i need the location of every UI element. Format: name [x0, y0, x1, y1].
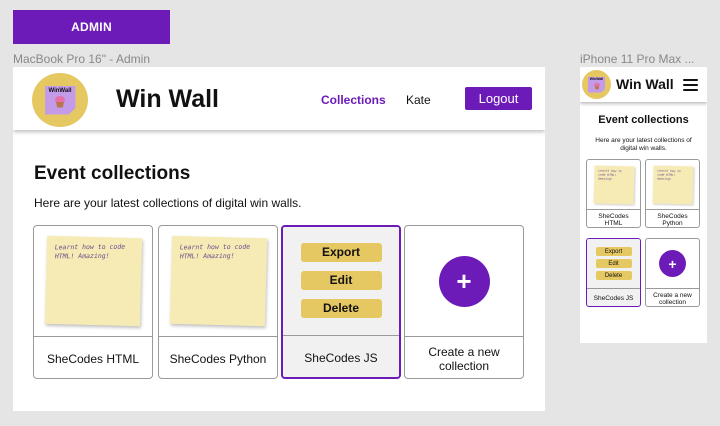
phone-delete-button[interactable]: Delete [595, 271, 632, 280]
phone-create-collection-card[interactable]: + Create a new collection [645, 238, 700, 307]
logout-button[interactable]: Logout [465, 87, 532, 110]
cupcake-note-icon: WinWall [44, 85, 76, 115]
desktop-frame-label: MacBook Pro 16" - Admin [13, 52, 150, 66]
card-actions: Export Edit Delete [587, 239, 640, 288]
export-button[interactable]: Export [300, 242, 382, 262]
cupcake-note-icon: WinWall [588, 76, 605, 93]
edit-button[interactable]: Edit [300, 270, 382, 290]
create-collection-card[interactable]: + Create a new collection [404, 225, 524, 379]
hamburger-menu-icon[interactable] [683, 79, 698, 91]
cupcake-icon [593, 82, 600, 90]
card-actions: Export Edit Delete [283, 227, 399, 337]
phone-page-subtitle: Here are your latest collections of digi… [595, 137, 692, 152]
delete-button[interactable]: Delete [300, 298, 382, 318]
plus-icon[interactable]: + [659, 250, 686, 277]
card-title: SheCodes JS [283, 335, 399, 377]
sticky-note-text: Learnt how to code HTML! Amazing! [54, 242, 125, 261]
card-thumbnail: + [405, 226, 523, 336]
card-thumbnail: Learnt how to code HTML! Amazing! [646, 160, 699, 209]
phone-header: WinWall Win Wall [580, 67, 707, 102]
card-title: SheCodes JS [587, 288, 640, 306]
sticky-note: Learnt how to code HTML! Amazing! [169, 235, 267, 327]
phone-frame-label: iPhone 11 Pro Max ... [580, 52, 695, 66]
phone-edit-button[interactable]: Edit [595, 259, 632, 268]
card-title: SheCodes HTML [587, 209, 640, 227]
card-title: SheCodes Python [646, 209, 699, 227]
plus-icon[interactable]: + [438, 255, 490, 307]
phone-logo[interactable]: WinWall [582, 70, 611, 99]
create-collection-label: Create a new collection [405, 336, 523, 378]
sticky-note-text: Learnt how to code HTML! Amazing! [179, 242, 250, 261]
phone-export-button[interactable]: Export [595, 247, 632, 256]
desktop-frame: WinWall Win Wall Collections Kate Logout… [13, 67, 545, 411]
phone-page-title: Event collections [598, 114, 689, 126]
page-subtitle: Here are your latest collections of digi… [34, 196, 302, 210]
collection-card-python[interactable]: Learnt how to code HTML! Amazing! SheCod… [158, 225, 278, 379]
card-thumbnail: Learnt how to code HTML! Amazing! [587, 160, 640, 209]
phone-collection-card-python[interactable]: Learnt how to code HTML! Amazing! SheCod… [645, 159, 700, 228]
header: WinWall Win Wall Collections Kate Logout [13, 67, 545, 130]
nav-user-link[interactable]: Kate [406, 93, 431, 107]
card-title: SheCodes HTML [34, 336, 152, 378]
sticky-note: Learnt how to code HTML! Amazing! [44, 235, 142, 327]
sticky-note-text: Learnt how to code HTML! Amazing! [656, 168, 681, 181]
page-title: Event collections [34, 163, 191, 184]
cupcake-icon [54, 95, 66, 109]
phone-collection-card-js[interactable]: Export Edit Delete SheCodes JS [586, 238, 641, 307]
admin-badge: ADMIN [13, 10, 170, 44]
logo[interactable]: WinWall [32, 73, 88, 127]
sticky-note: Learnt how to code HTML! Amazing! [652, 164, 693, 205]
card-thumbnail: Learnt how to code HTML! Amazing! [34, 226, 152, 336]
logo-text: WinWall [48, 87, 72, 94]
phone-frame: WinWall Win Wall Event collections Here … [580, 67, 707, 343]
app-title: Win Wall [116, 85, 220, 113]
card-thumbnail: Learnt how to code HTML! Amazing! [159, 226, 277, 336]
card-title: SheCodes Python [159, 336, 277, 378]
sticky-note-text: Learnt how to code HTML! Amazing! [597, 168, 622, 181]
phone-collection-card-html[interactable]: Learnt how to code HTML! Amazing! SheCod… [586, 159, 641, 228]
phone-app-title: Win Wall [616, 76, 674, 92]
collection-card-html[interactable]: Learnt how to code HTML! Amazing! SheCod… [33, 225, 153, 379]
create-collection-label: Create a new collection [646, 288, 699, 306]
logo-text: WinWall [589, 76, 604, 81]
collection-card-js[interactable]: Export Edit Delete SheCodes JS [281, 225, 401, 379]
sticky-note: Learnt how to code HTML! Amazing! [593, 164, 634, 205]
nav-collections-link[interactable]: Collections [321, 93, 386, 107]
card-thumbnail: + [646, 239, 699, 288]
